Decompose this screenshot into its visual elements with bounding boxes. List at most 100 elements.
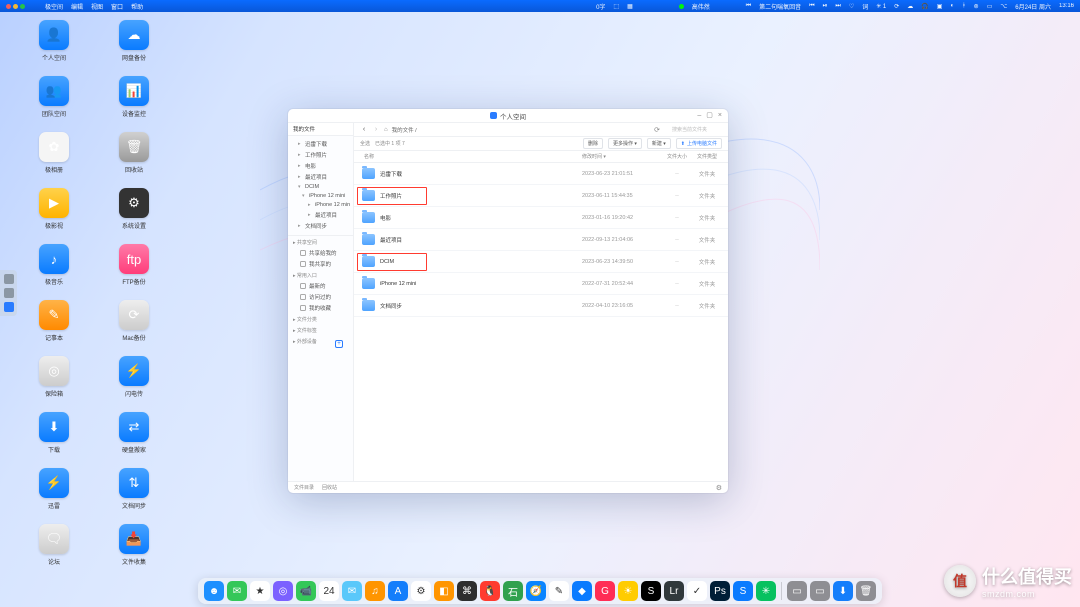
media-play-icon[interactable]: ⏯ [823,3,828,10]
tree-node[interactable]: ▸最近项目 [290,171,353,182]
desktop-app-下载[interactable]: ⬇下载 [30,412,78,454]
desktop-app-Mac备份[interactable]: ⟳Mac备份 [110,300,158,342]
footer-tab-files[interactable]: 文件目录 [294,484,314,491]
dock-app[interactable]: 🐧 [480,581,500,601]
sidebar-section-header[interactable]: ▸ 共享空间 [288,236,353,247]
dock-app[interactable]: ♫ [365,581,385,601]
disclosure-triangle-icon[interactable]: ▸ [298,163,303,169]
tree-node[interactable]: ▸iPhone 12 min [290,200,353,209]
dock-app[interactable]: 📹 [296,581,316,601]
settings-gear-icon[interactable]: ⚙ [716,484,722,492]
menu-help[interactable]: 帮助 [131,2,143,11]
desktop-app-设备监控[interactable]: 📊设备监控 [110,76,158,118]
dock-app[interactable]: S [733,581,753,601]
sync-icon[interactable]: ⟳ [894,3,899,10]
desktop-app-迅雷[interactable]: ⚡迅雷 [30,468,78,510]
file-row[interactable]: 迅雷下载 2023-06-23 21:01:51 -- 文件夹 [354,163,728,185]
desktop-app-文件收集[interactable]: 📥文件收集 [110,524,158,566]
breadcrumb-path[interactable]: 我的文件 / [392,126,417,134]
add-device-button[interactable]: + [335,340,343,348]
file-row[interactable]: 文档同步 2022-04-10 23:16:05 -- 文件夹 [354,295,728,317]
desktop-app-记事本[interactable]: ✎记事本 [30,300,78,342]
dock-app[interactable]: ✳ [756,581,776,601]
desktop-app-网盘备份[interactable]: ☁网盘备份 [110,20,158,62]
dock-app[interactable]: ◎ [273,581,293,601]
app-name[interactable]: 极空间 [45,2,63,11]
leftdock-item[interactable] [4,274,14,284]
desktop-app-系统设置[interactable]: ⚙系统设置 [110,188,158,230]
new-button[interactable]: 新建 ▾ [647,138,671,149]
sidebar-section-header[interactable]: ▸ 文件分类 [288,313,353,324]
dock-app[interactable]: ▭ [810,581,830,601]
dock-app[interactable]: ✎ [549,581,569,601]
sidebar-item[interactable]: 共享给我的 [288,247,353,258]
col-date[interactable]: 修改时间 ▾ [582,153,662,160]
tray-icon[interactable]: ▣ [937,3,943,10]
dock-app[interactable]: ⌘ [457,581,477,601]
file-row[interactable]: 最近项目 2022-09-13 21:04:06 -- 文件夹 [354,229,728,251]
menubar-time[interactable]: 13:16 [1059,3,1074,9]
tree-node[interactable]: ▸最近项目 [290,209,353,220]
desktop-app-闪电传[interactable]: ⚡闪电传 [110,356,158,398]
window-minimize-button[interactable]: – [697,112,701,119]
sidebar-section-header[interactable]: ▸ 文件标签 [288,324,353,335]
dock-app[interactable]: Ps [710,581,730,601]
disclosure-triangle-icon[interactable]: ▸ [298,174,303,180]
window-maximize-button[interactable]: ▢ [706,112,713,119]
menu-view[interactable]: 视图 [91,2,103,11]
desktop-app-回收站[interactable]: 🗑回收站 [110,132,158,174]
tree-node[interactable]: ▸工作照片 [290,149,353,160]
dock-app[interactable]: 🗑 [856,581,876,601]
dock-app[interactable]: Lr [664,581,684,601]
tray-icon[interactable]: ◐ [950,3,954,9]
dock-app[interactable]: ★ [250,581,270,601]
file-row[interactable]: iPhone 12 mini 2022-07-31 20:52:44 -- 文件… [354,273,728,295]
sidebar-item[interactable]: 我共享的 [288,258,353,269]
dock-app[interactable]: ☻ [204,581,224,601]
username[interactable]: 高伟然 [692,2,710,11]
upload-button[interactable]: 上传电脑文件 [676,138,722,149]
dock-app[interactable]: ✓ [687,581,707,601]
disclosure-triangle-icon[interactable]: ▾ [298,184,303,190]
status-icon[interactable]: ⬚ [613,3,619,10]
desktop-app-极音乐[interactable]: ♪极音乐 [30,244,78,286]
sidebar-section-header[interactable]: ▸ 常用入口 [288,269,353,280]
window-titlebar[interactable]: 个人空间 – ▢ × [288,109,728,123]
delete-button[interactable]: 删除 [583,138,603,149]
tree-node[interactable]: ▾DCIM [290,182,353,191]
window-close-button[interactable]: × [718,112,722,119]
col-type[interactable]: 文件类型 [692,153,722,160]
sidebar-item[interactable]: 我的收藏 [288,302,353,313]
dock-app[interactable]: ⬇ [833,581,853,601]
disclosure-triangle-icon[interactable]: ▸ [298,141,303,147]
menubar-date[interactable]: 6月24日 周六 [1015,2,1051,11]
home-icon[interactable]: ⌂ [384,127,388,133]
desktop-app-硬盘搬家[interactable]: ⇄硬盘搬家 [110,412,158,454]
media-prev-icon[interactable]: ⏮ [809,3,814,10]
dock-app[interactable]: ✉ [342,581,362,601]
now-playing[interactable]: 第二句喘氧回音 [759,2,801,11]
lyrics-icon[interactable]: 词 [862,2,868,11]
nav-back-button[interactable]: ‹ [360,126,368,133]
dock-app[interactable]: ✉ [227,581,247,601]
cloud-icon[interactable]: ☁ [907,3,913,10]
bluetooth-icon[interactable]: ᚼ [962,3,966,9]
disclosure-triangle-icon[interactable]: ▾ [302,193,307,199]
tree-node[interactable]: ▸文档同步 [290,220,353,231]
wechat-icon[interactable]: ✳ 1 [876,3,886,10]
disclosure-triangle-icon[interactable]: ▸ [298,152,303,158]
desktop-app-FTP备份[interactable]: ftpFTP备份 [110,244,158,286]
disclosure-triangle-icon[interactable]: ▸ [308,202,313,208]
tree-node[interactable]: ▸迅雷下载 [290,138,353,149]
desktop-app-文档同步[interactable]: ⇅文档同步 [110,468,158,510]
dock-app[interactable]: ▭ [787,581,807,601]
dock-app[interactable]: ◧ [434,581,454,601]
nav-forward-button[interactable]: › [372,126,380,133]
menu-window[interactable]: 窗口 [111,2,123,11]
dock-app[interactable]: 石 [503,581,523,601]
dock-app[interactable]: ◆ [572,581,592,601]
select-all-link[interactable]: 全选 [360,140,370,147]
leftdock-item-active[interactable] [4,302,14,312]
desktop-app-个人空间[interactable]: 👤个人空间 [30,20,78,62]
headphones-icon[interactable]: 🎧 [921,3,928,10]
